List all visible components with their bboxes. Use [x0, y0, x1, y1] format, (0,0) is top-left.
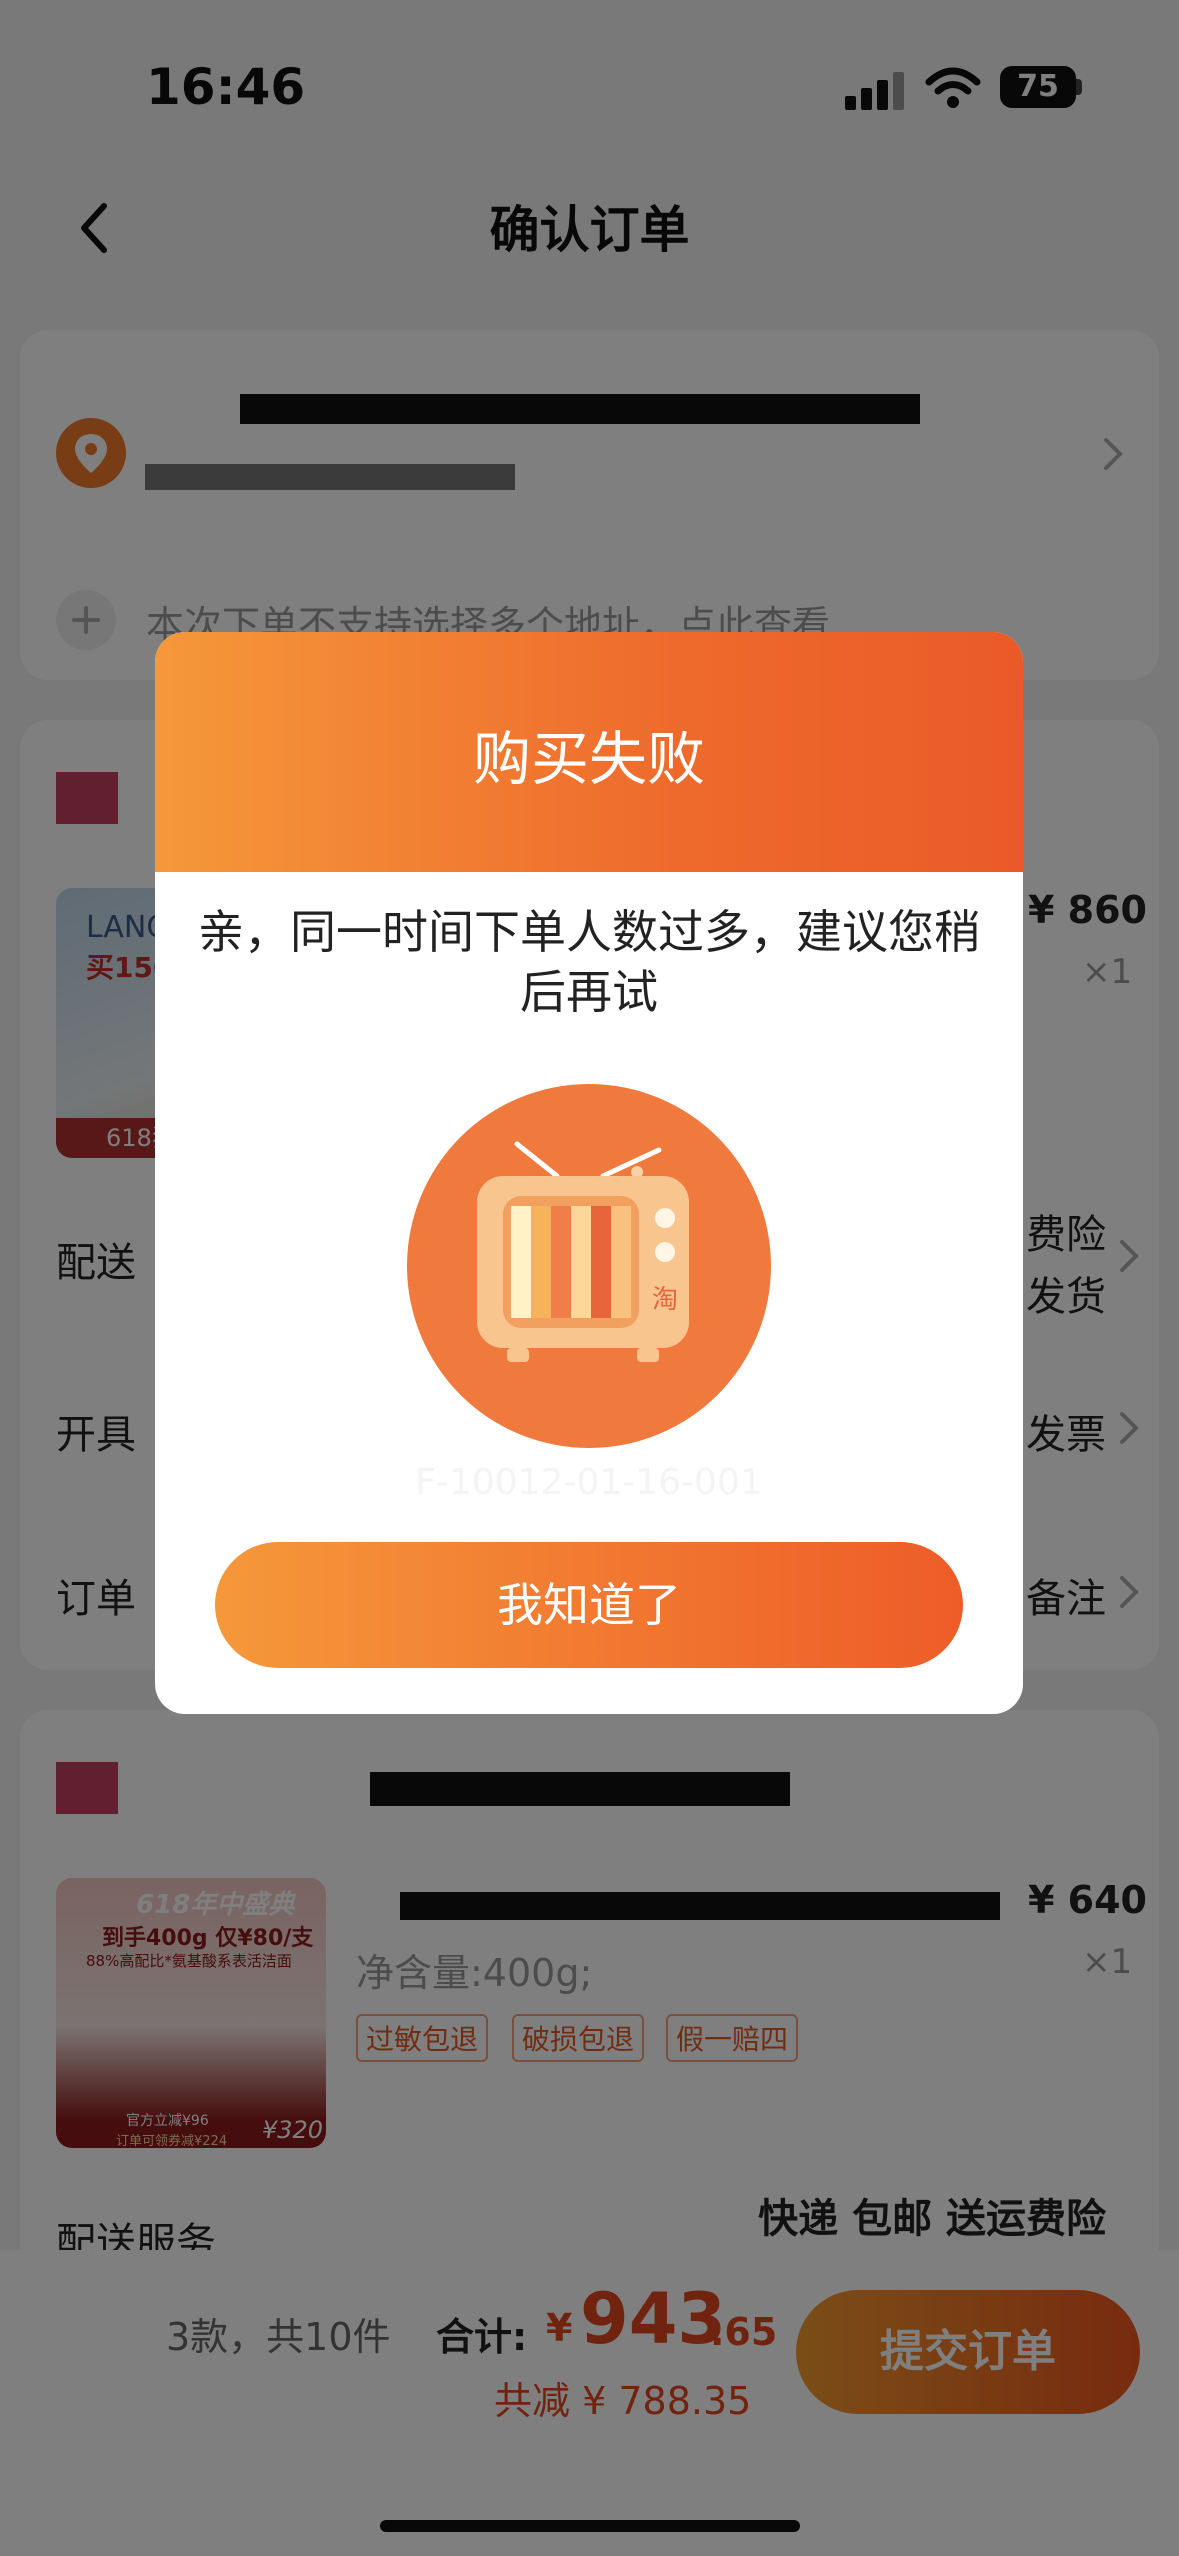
- dialog-message: 亲，同一时间下单人数过多，建议您稍后再试: [198, 905, 980, 1019]
- ok-button[interactable]: 我知道了: [215, 1542, 963, 1668]
- svg-text:淘: 淘: [652, 1285, 678, 1315]
- purchase-failed-dialog: 购买失败 亲，同一时间下单人数过多，建议您稍后再试 淘 F-10012-01-1…: [155, 632, 1023, 1714]
- error-code: F-10012-01-16-001: [415, 1462, 763, 1503]
- broken-tv-icon: 淘: [407, 1084, 771, 1448]
- dialog-title: 购买失败: [472, 725, 705, 793]
